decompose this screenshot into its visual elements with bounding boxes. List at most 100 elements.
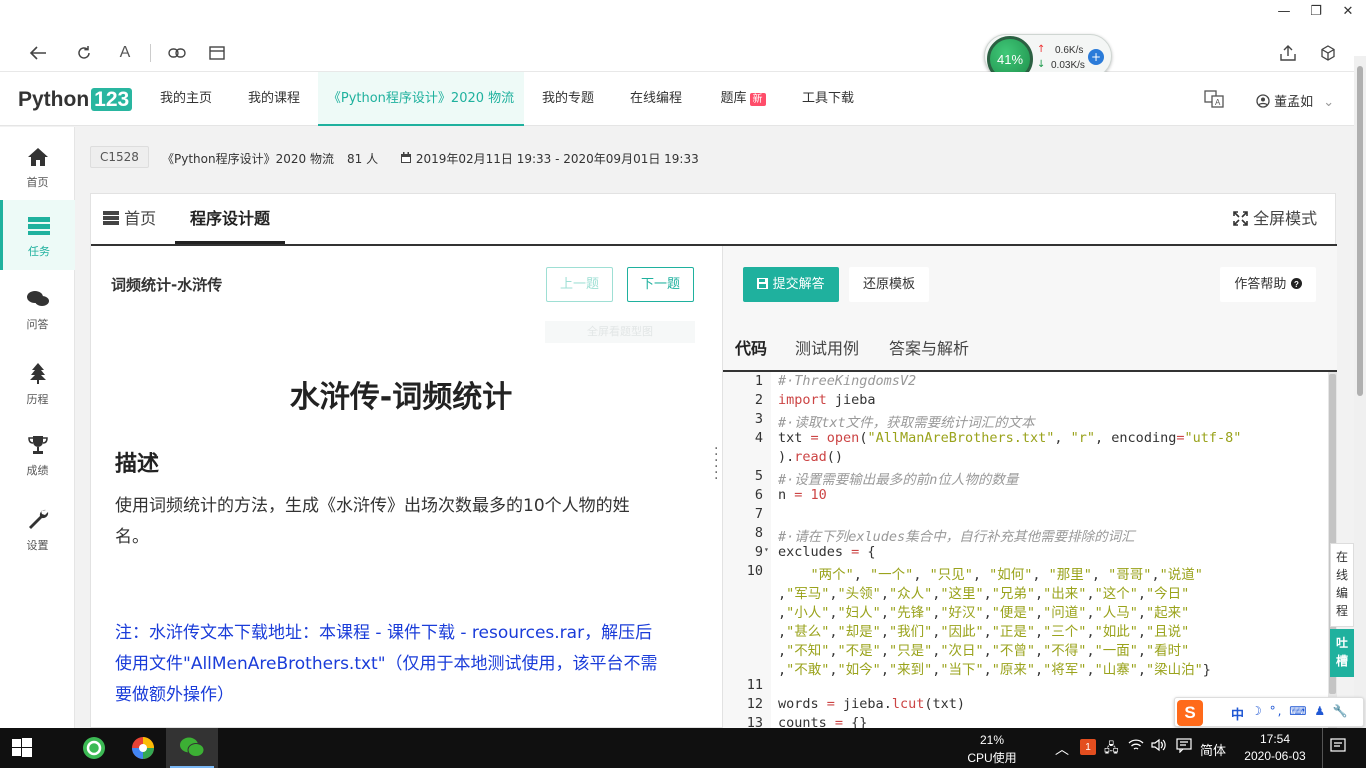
float-char: 编 (1335, 586, 1348, 600)
ime-toolbar[interactable]: S 中 ☽ °, ⌨ ♟ 🔧 (1174, 697, 1364, 727)
user-name: 董孟如 (1274, 95, 1314, 110)
code-line: #·设置需要输出最多的前n位人物的数量 (778, 472, 1019, 488)
code-line: "两个", "一个", "只见", "如何", "那里", "哥哥","说道" (810, 567, 1203, 583)
nav-online-coding[interactable]: 在线编程 (616, 72, 696, 126)
line-number: 12 (746, 696, 763, 712)
submit-answer-label: 提交解答 (772, 277, 825, 292)
ime-language[interactable]: 中 (1231, 704, 1244, 723)
submit-answer-button[interactable]: 提交解答 (743, 267, 839, 302)
line-number: 11 (746, 677, 763, 693)
sidebar-item-tasks[interactable]: 任务 (0, 200, 75, 270)
reload-icon[interactable] (71, 40, 97, 66)
nav-question-bank[interactable]: 题库新 (706, 72, 780, 126)
new-badge: 新 (749, 93, 766, 106)
cpu-usage-label: CPU使用 (967, 751, 1017, 765)
line-number: 3 (754, 411, 763, 427)
wechat-icon (178, 734, 206, 766)
fold-arrow-icon[interactable]: ▾ (764, 545, 769, 554)
back-icon[interactable] (25, 40, 51, 66)
sidebar-label: 设置 (26, 539, 49, 552)
tray-device-icon[interactable]: 🖧 (1104, 739, 1119, 761)
question-circle-icon: ? (1290, 277, 1302, 292)
translate-icon[interactable]: A (1204, 89, 1224, 113)
close-button[interactable]: ✕ (1334, 4, 1362, 19)
code-editor[interactable]: 1 #·ThreeKingdomsV2 2 import jieba 3 #·读取txt文… (723, 372, 1328, 729)
chevron-down-icon: ⌄ (1323, 95, 1335, 110)
sidebar-item-settings[interactable]: 设置 (0, 492, 75, 562)
clock-date[interactable]: 2020-06-03 (1236, 749, 1314, 763)
share-icon[interactable] (1275, 40, 1301, 66)
page-scrollbar-thumb[interactable] (1357, 66, 1363, 396)
tab-programming-problem[interactable]: 程序设计题 (175, 194, 285, 244)
nav-current-course[interactable]: 《Python程序设计》2020 物流 (318, 72, 524, 126)
resize-handle-icon[interactable]: · · · · · · (714, 442, 720, 486)
clock-time[interactable]: 17:54 (1242, 732, 1308, 746)
svg-text:A: A (1215, 98, 1221, 107)
line-number: 6 (754, 487, 763, 503)
calendar-tray-icon[interactable]: 1 (1080, 739, 1096, 755)
sidebar-item-history[interactable]: 历程 (0, 346, 75, 416)
description-line-2: 名。 (115, 527, 149, 547)
svg-text:?: ? (1294, 280, 1299, 289)
tab-home[interactable]: 首页 (103, 194, 156, 244)
next-problem-button[interactable]: 下一题 (627, 267, 694, 302)
ime-tools[interactable]: ☽ °, ⌨ ♟ 🔧 (1251, 704, 1350, 718)
code-line: txt = open("AllManAreBrothers.txt", "r",… (778, 430, 1242, 446)
nav-my-topics[interactable]: 我的专题 (528, 72, 608, 126)
prev-problem-button[interactable]: 上一题 (546, 267, 613, 302)
user-menu[interactable]: 董孟如 ⌄ (1256, 91, 1334, 110)
cpu-usage-percent: 21% (979, 733, 1005, 747)
feedback-float-button[interactable]: 吐 槽 (1330, 629, 1354, 677)
reader-mode-icon[interactable]: A (112, 40, 138, 66)
logo-badge: 123 (91, 88, 133, 111)
minimize-button[interactable]: — (1270, 4, 1298, 19)
problem-title: 水浒传-词频统计 (289, 380, 513, 415)
nav-my-home[interactable]: 我的主页 (146, 72, 226, 126)
wifi-icon[interactable] (1128, 738, 1144, 755)
nav-tool-download[interactable]: 工具下载 (788, 72, 868, 126)
reset-template-button[interactable]: 还原模板 (849, 267, 929, 302)
sidebar-item-grades[interactable]: 成绩 (0, 419, 75, 489)
tab-answer-analysis[interactable]: 答案与解析 (889, 328, 969, 370)
wechat-taskbar-item[interactable] (166, 728, 218, 768)
chevron-up-icon[interactable]: ︿ (1055, 739, 1069, 759)
360-browser-icon[interactable] (80, 734, 108, 762)
code-line: #·ThreeKingdomsV2 (778, 373, 917, 389)
notification-message-icon[interactable] (1176, 738, 1192, 756)
sidebar-item-home[interactable]: 首页 (0, 131, 75, 201)
save-icon (757, 277, 772, 292)
trophy-icon (0, 435, 75, 462)
answer-help-button[interactable]: 作答帮助 ? (1220, 267, 1316, 302)
line-number: 7 (754, 506, 763, 522)
chrome-like-browser-icon[interactable] (129, 734, 157, 762)
nav-my-courses[interactable]: 我的课程 (234, 72, 314, 126)
windows-start-icon[interactable] (10, 736, 38, 764)
volume-icon[interactable] (1151, 738, 1167, 755)
online-coding-float-button[interactable]: 在 线 编 程 (1330, 543, 1354, 627)
sogou-logo-icon[interactable]: S (1177, 700, 1203, 726)
tab-window-icon[interactable] (204, 40, 230, 66)
site-header: Python 123 我的主页 我的课程 《Python程序设计》2020 物流 … (0, 72, 1354, 126)
line-number: 1 (754, 373, 763, 389)
link-icon[interactable] (164, 40, 190, 66)
plus-icon[interactable]: + (1088, 49, 1104, 65)
course-name: 《Python程序设计》2020 物流 (162, 152, 334, 166)
ime-language-indicator[interactable]: 简体 (1200, 740, 1226, 759)
float-char: 在 (1335, 550, 1348, 564)
tab-code[interactable]: 代码 (735, 328, 767, 370)
code-line: ,"甚么","却是","我们","因此","正是","三个","如此","且说" (778, 624, 1190, 640)
tab-test-cases[interactable]: 测试用例 (795, 328, 859, 370)
code-line: excludes = { (778, 544, 876, 560)
action-center-icon[interactable] (1330, 738, 1346, 757)
note-line-1: 注：水浒传文本下载地址：本课程 - 课件下载 - resources.rar，解… (115, 623, 653, 643)
logo[interactable]: Python 123 (18, 88, 133, 112)
page-scrollbar[interactable] (1354, 56, 1366, 728)
sidebar-item-qa[interactable]: 问答 (0, 273, 75, 343)
restore-button[interactable]: ❐ (1302, 4, 1330, 19)
fullscreen-button[interactable]: 全屏模式 (1233, 194, 1317, 244)
code-line: ,"小人","妇人","先锋","好汉","便是","问道","人马","起来" (778, 605, 1190, 621)
sidebar-label: 历程 (26, 393, 49, 406)
server-icon (103, 209, 124, 228)
extension-cube-icon[interactable] (1315, 40, 1341, 66)
problem-short-title: 词频统计-水浒传 (111, 276, 223, 294)
